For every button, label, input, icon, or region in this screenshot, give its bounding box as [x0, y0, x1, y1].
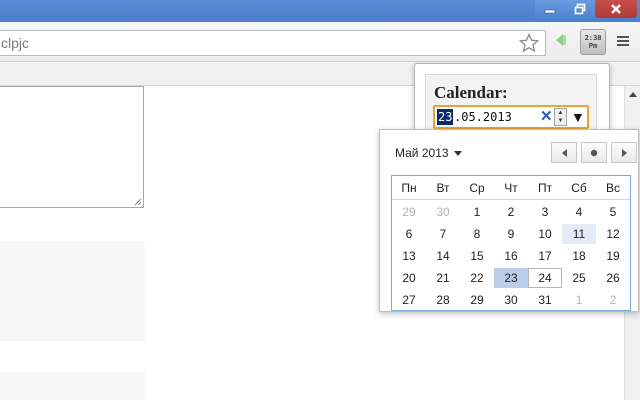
calendar-day[interactable]: 24 [528, 268, 562, 288]
calendar-day[interactable]: 3 [528, 202, 562, 222]
up-arrow-icon [628, 92, 637, 97]
calendar-day[interactable]: 8 [460, 224, 494, 244]
calendar-day[interactable]: 19 [596, 246, 630, 266]
prev-month-button[interactable] [551, 142, 577, 163]
browser-toolbar: clpjc [0, 22, 640, 62]
chrome-menu-button[interactable] [616, 34, 630, 52]
calendar-day[interactable]: 5 [596, 202, 630, 222]
calendar-day[interactable]: 10 [528, 224, 562, 244]
stepper-down-icon[interactable]: ▼ [555, 117, 566, 125]
minimize-button[interactable] [535, 0, 565, 18]
clock-time: 2:38 [584, 34, 602, 42]
calendar-day[interactable]: 17 [528, 246, 562, 266]
calendar-week-row: 29 30 1 2 3 4 5 [392, 202, 630, 222]
calendar-day[interactable]: 1 [562, 290, 596, 310]
clock-ampm: Pm [588, 42, 598, 50]
close-window-button[interactable] [595, 0, 637, 18]
page-textarea[interactable] [0, 86, 144, 208]
extension-button[interactable] [553, 32, 567, 53]
calendar-day[interactable]: 6 [392, 224, 426, 244]
stepper-up-icon[interactable]: ▲ [555, 109, 566, 117]
page-panel [0, 372, 145, 400]
green-arrow-icon [556, 34, 566, 46]
picker-dropdown-icon[interactable]: ▼ [571, 109, 585, 125]
calendar-label: Calendar: [434, 83, 508, 102]
calendar-week-row: 13 14 15 16 17 18 19 [392, 246, 630, 266]
calendar-day[interactable]: 27 [392, 290, 426, 310]
chevron-left-icon [561, 148, 567, 157]
weekday-label: Вс [605, 181, 620, 195]
calendar-day[interactable]: 12 [596, 224, 630, 244]
scroll-up-button[interactable] [625, 86, 640, 102]
weekday-label: Пт [537, 181, 553, 195]
calendar-day[interactable]: 11 [562, 224, 596, 244]
month-navigation [551, 142, 637, 163]
chevron-down-icon [453, 150, 462, 156]
restore-icon [574, 3, 586, 15]
weekday-label: Вт [436, 181, 450, 195]
today-button[interactable] [581, 142, 607, 163]
page-panel [0, 241, 145, 341]
calendar-day[interactable]: 28 [426, 290, 460, 310]
calendar-day[interactable]: 15 [460, 246, 494, 266]
restore-button[interactable] [565, 0, 595, 18]
date-stepper[interactable]: ▲ ▼ [554, 108, 567, 126]
calendar-week-row: 27 28 29 30 31 1 2 [392, 290, 630, 310]
window-controls [535, 0, 637, 18]
star-icon [518, 32, 540, 53]
calendar-day[interactable]: 21 [426, 268, 460, 288]
address-text: clpjc [1, 35, 30, 51]
month-year-label: Май 2013 [395, 146, 449, 160]
calendar-day[interactable]: 9 [494, 224, 528, 244]
calendar-week-row: 6 7 8 9 10 11 12 [392, 224, 630, 244]
calendar-day-selected[interactable]: 23 [494, 268, 528, 288]
weekday-header: Пн Вт Ср Чт Пт Сб Вс [392, 176, 630, 200]
browser-window: clpjc 2:38 Pm Calendar: 23 .05.2013 ✕ ▲ … [0, 0, 640, 400]
date-picker: Май 2013 Пн Вт Ср Чт Пт Сб Вс 29 30 1 2 3 4 5 6 7 8 9 10 1… [379, 129, 639, 312]
date-input[interactable]: 23 .05.2013 ✕ ▲ ▼ ▼ [433, 105, 589, 129]
weekday-label: Ср [469, 181, 485, 195]
calendar-day[interactable]: 1 [460, 202, 494, 222]
chevron-right-icon [621, 148, 627, 157]
calendar-day[interactable]: 16 [494, 246, 528, 266]
calendar-day[interactable]: 26 [596, 268, 630, 288]
resize-grip-icon[interactable] [134, 198, 142, 206]
address-bar[interactable]: clpjc [0, 30, 546, 56]
weekday-label: Пн [401, 181, 417, 195]
calendar-day[interactable]: 4 [562, 202, 596, 222]
calendar-day[interactable]: 2 [596, 290, 630, 310]
clock-extension-button[interactable]: 2:38 Pm [580, 29, 606, 55]
calendar-day[interactable]: 29 [460, 290, 494, 310]
weekday-label: Чт [504, 181, 518, 195]
dot-icon [590, 149, 598, 156]
title-bar [0, 0, 640, 22]
calendar-day[interactable]: 18 [562, 246, 596, 266]
date-month-year[interactable]: .05.2013 [454, 109, 512, 125]
bookmark-star-button[interactable] [518, 32, 540, 58]
calendar-day[interactable]: 30 [426, 202, 460, 222]
date-day-segment[interactable]: 23 [437, 109, 454, 125]
calendar-day[interactable]: 2 [494, 202, 528, 222]
month-year-selector[interactable]: Май 2013 [395, 146, 462, 160]
calendar-day[interactable]: 29 [392, 202, 426, 222]
calendar-day[interactable]: 13 [392, 246, 426, 266]
calendar-days: 29 30 1 2 3 4 5 6 7 8 9 10 11 12 13 14 15 16 17 18 19 20 21 22 2… [392, 202, 630, 310]
clear-date-icon[interactable]: ✕ [540, 108, 553, 126]
hamburger-menu-icon [617, 36, 629, 46]
calendar-day[interactable]: 25 [562, 268, 596, 288]
calendar-day[interactable]: 22 [460, 268, 494, 288]
minimize-icon [544, 9, 556, 14]
calendar-day[interactable]: 20 [392, 268, 426, 288]
close-icon [611, 4, 621, 14]
calendar-day[interactable]: 30 [494, 290, 528, 310]
weekday-label: Сб [571, 181, 587, 195]
calendar-day[interactable]: 14 [426, 246, 460, 266]
calendar-grid: Пн Вт Ср Чт Пт Сб Вс 29 30 1 2 3 4 5 6 7 8 9 10 11 12 13 14 15… [391, 175, 631, 311]
calendar-week-row: 20 21 22 23 24 25 26 [392, 268, 630, 288]
calendar-day[interactable]: 7 [426, 224, 460, 244]
calendar-day[interactable]: 31 [528, 290, 562, 310]
next-month-button[interactable] [611, 142, 637, 163]
